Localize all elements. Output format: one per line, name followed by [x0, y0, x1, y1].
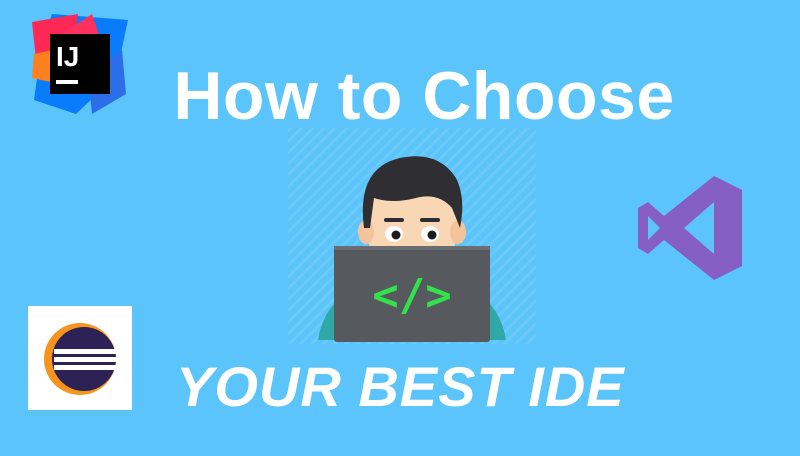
eclipse-logo-icon — [42, 322, 118, 396]
code-glyph: </> — [372, 270, 451, 321]
eclipse-logo-tile — [28, 306, 132, 410]
developer-at-laptop-icon: </> — [288, 128, 536, 344]
visual-studio-logo-icon — [638, 176, 744, 280]
intellij-logo-icon: IJ — [32, 14, 128, 114]
subheadline: YOUR BEST IDE — [176, 355, 625, 418]
intellij-logo-text: IJ — [56, 41, 79, 72]
banner: How to Choose IJ </> YOUR BEST IDE — [0, 0, 800, 456]
